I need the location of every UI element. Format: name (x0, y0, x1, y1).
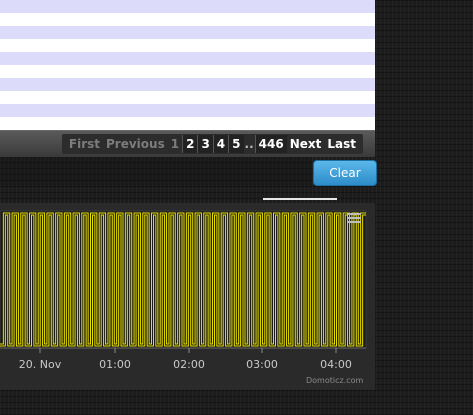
page-link-2[interactable]: 2 (182, 135, 198, 153)
table-row (0, 91, 375, 104)
chart-panel: 20. Nov 01:00 02:00 03:00 04:00 (0, 203, 375, 390)
chart: 20. Nov 01:00 02:00 03:00 04:00 (0, 210, 367, 371)
page-link-4[interactable]: 4 (212, 135, 229, 153)
first-page-link[interactable]: First (66, 135, 103, 153)
next-page-link[interactable]: Next (287, 135, 325, 153)
tab-underline (263, 198, 337, 200)
last-page-link[interactable]: Last (324, 135, 359, 153)
previous-page-link[interactable]: Previous (103, 135, 168, 153)
page-link-last-number[interactable]: 446 (254, 135, 287, 153)
pagination-ellipsis: .. (244, 137, 254, 151)
table-row (0, 78, 375, 91)
table-row (0, 52, 375, 65)
toolbar-strip (0, 157, 312, 185)
x-tick-label: 01:00 (99, 358, 131, 371)
table-row (0, 117, 375, 130)
page-link-5[interactable]: 5 (228, 135, 244, 153)
x-tick-label: 20. Nov (19, 358, 62, 371)
current-page: 1 (170, 137, 180, 151)
table-row (0, 39, 375, 52)
menu-icon[interactable] (346, 212, 362, 224)
table-row (0, 104, 375, 117)
x-tick-label: 02:00 (173, 358, 205, 371)
clear-button[interactable]: Clear (313, 160, 377, 186)
table-row (0, 0, 375, 13)
table-row (0, 26, 375, 39)
data-table (0, 0, 375, 130)
x-tick-label: 04:00 (320, 358, 352, 371)
pagination-bar: First Previous 1 2 3 4 5 .. 446 Next Las… (0, 130, 375, 157)
table-row (0, 65, 375, 78)
pagination: First Previous 1 2 3 4 5 .. 446 Next Las… (61, 134, 363, 154)
page-link-3[interactable]: 3 (197, 135, 213, 153)
table-row (0, 13, 375, 26)
x-tick-label: 03:00 (246, 358, 278, 371)
chart-credits: Domoticz.com (306, 376, 364, 385)
